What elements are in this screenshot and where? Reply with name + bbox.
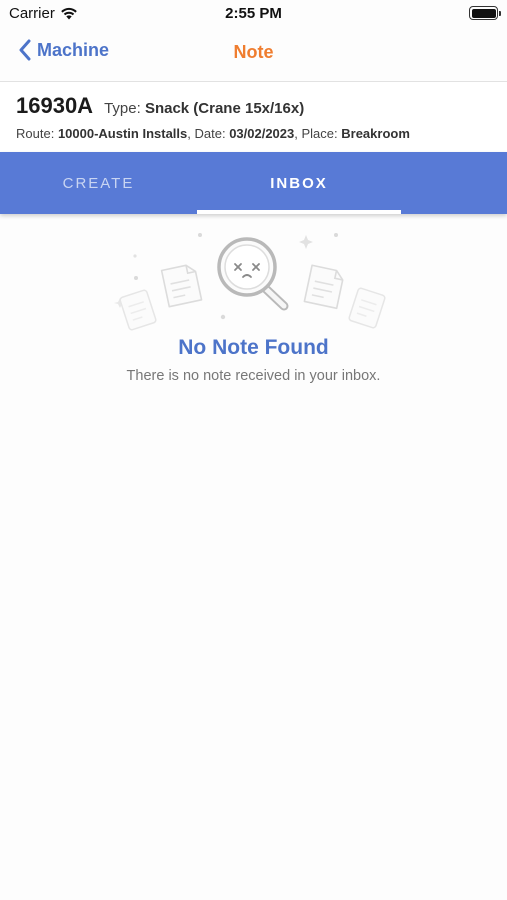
machine-location-details: Route: 10000-Austin Installs, Date: 03/0… (16, 126, 410, 141)
route-value: 10000-Austin Installs (57, 126, 188, 141)
tab-create[interactable]: CREATE (0, 152, 197, 214)
navigation-bar: Machine Note (0, 28, 507, 82)
date-value: 03/02/2023 (229, 126, 295, 141)
machine-type-label: Type: (104, 100, 141, 117)
document-icon (119, 289, 157, 331)
machine-info-header: 16930A Type: Snack (Crane 15x/16x) Route… (0, 82, 507, 152)
status-bar: Carrier 2:55 PM (0, 0, 507, 28)
empty-state-subtitle: There is no note received in your inbox. (126, 368, 381, 384)
status-time: 2:55 PM (225, 5, 282, 22)
machine-id: 16930A (16, 93, 94, 118)
machine-type-value: Snack (Crane 15x/16x) (144, 100, 305, 117)
date-label: , Date: (187, 126, 226, 141)
route-label: Route: (16, 126, 55, 141)
back-button-label: Machine (37, 39, 110, 60)
place-value: Breakroom (341, 126, 410, 141)
machine-type: Type: Snack (Crane 15x/16x) (104, 100, 304, 117)
tab-inbox-label: INBOX (270, 174, 328, 192)
machine-summary: 16930A Type: Snack (Crane 15x/16x) (16, 93, 304, 119)
empty-inbox-illustration (114, 233, 386, 331)
tab-bar-filler (401, 152, 507, 214)
magnifier-sad-face-icon (217, 237, 289, 311)
chevron-left-icon (19, 39, 31, 61)
battery-icon (469, 6, 501, 20)
active-tab-indicator (197, 210, 401, 214)
tab-create-label: CREATE (62, 174, 135, 192)
empty-state-title: No Note Found (178, 336, 329, 359)
back-button[interactable]: Machine (18, 39, 109, 61)
tab-inbox[interactable]: INBOX (197, 152, 401, 214)
place-label: , Place: (294, 126, 338, 141)
note-tabs: CREATE INBOX (0, 152, 507, 214)
